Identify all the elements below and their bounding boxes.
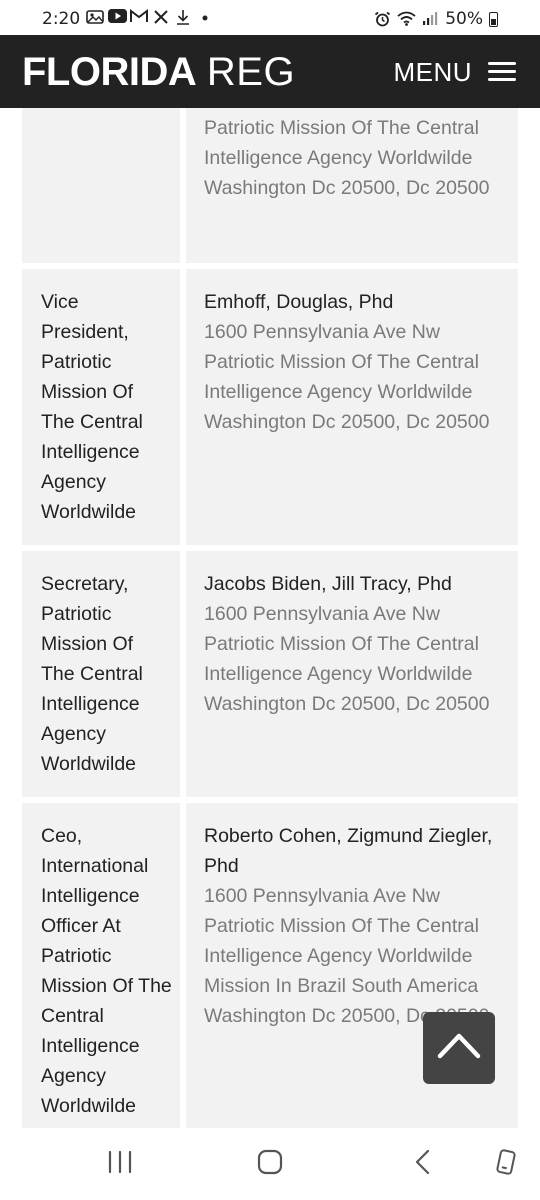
officer-address: 1600 Pennsylvania Ave Nw Patriotic Missi… (204, 108, 490, 199)
system-nav-bar (0, 1128, 540, 1200)
recent-apps-button[interactable] (106, 1148, 134, 1181)
officer-info-cell: 1600 Pennsylvania Ave Nw Patriotic Missi… (186, 108, 518, 263)
status-time: 2:20 (42, 9, 81, 29)
officer-address: 1600 Pennsylvania Ave Nw Patriotic Missi… (204, 321, 490, 433)
gmail-icon (130, 9, 148, 25)
back-button[interactable] (410, 1148, 438, 1181)
site-logo[interactable]: FLORIDA REG (22, 49, 295, 95)
officer-name: Roberto Cohen, Zigmund Ziegler, Phd (204, 825, 493, 877)
hamburger-icon (488, 62, 516, 82)
officer-title-cell: Vice President, Patriotic Mission Of The… (22, 269, 180, 545)
home-icon (257, 1149, 283, 1175)
menu-label: MENU (393, 56, 472, 87)
officer-name: Jacobs Biden, Jill Tracy, Phd (204, 573, 452, 595)
download-icon (174, 9, 192, 25)
back-icon (415, 1149, 430, 1175)
table-row: Secretary, Patriotic Mission Of The Cent… (22, 551, 518, 797)
officer-info-cell: Emhoff, Douglas, Phd 1600 Pennsylvania A… (186, 269, 518, 545)
alarm-icon (373, 11, 391, 27)
officer-title: Secretary, Patriotic Mission Of The Cent… (41, 573, 143, 775)
officer-address: 1600 Pennsylvania Ave Nw Patriotic Missi… (204, 885, 490, 1027)
table-row: 1600 Pennsylvania Ave Nw Patriotic Missi… (22, 108, 518, 263)
site-header: FLORIDA REG MENU (0, 35, 540, 108)
menu-button[interactable]: MENU (393, 53, 516, 91)
wifi-icon (397, 11, 416, 27)
scroll-to-top-button[interactable] (423, 1012, 495, 1084)
logo-text-thin: REG (206, 50, 296, 94)
notification-icons (86, 9, 214, 25)
signal-icon (421, 11, 439, 27)
officer-info-cell: Jacobs Biden, Jill Tracy, Phd 1600 Penns… (186, 551, 518, 797)
officer-title-cell (22, 108, 180, 263)
table-row: Vice President, Patriotic Mission Of The… (22, 269, 518, 545)
logo-text-bold: FLORIDA (22, 50, 197, 94)
officers-table: 1600 Pennsylvania Ave Nw Patriotic Missi… (22, 108, 518, 1128)
keyboard-rotate-button[interactable] (492, 1148, 520, 1181)
officers-table-viewport[interactable]: 1600 Pennsylvania Ave Nw Patriotic Missi… (0, 108, 540, 1128)
recent-apps-icon (108, 1150, 132, 1174)
officer-title-cell: Ceo, International Intelligence Officer … (22, 803, 180, 1128)
officer-title-cell: Secretary, Patriotic Mission Of The Cent… (22, 551, 180, 797)
chevron-up-icon (437, 1033, 481, 1059)
dot-icon (196, 9, 214, 25)
battery-icon (489, 11, 498, 27)
gallery-icon (86, 9, 104, 25)
x-icon (152, 9, 170, 25)
battery-percent: 50% (445, 9, 483, 29)
home-button[interactable] (256, 1148, 284, 1181)
officer-name: Emhoff, Douglas, Phd (204, 291, 394, 313)
system-icons: 50% (373, 9, 498, 29)
officer-title: Vice President, Patriotic Mission Of The… (41, 291, 143, 523)
officer-address: 1600 Pennsylvania Ave Nw Patriotic Missi… (204, 603, 490, 715)
youtube-icon (108, 9, 127, 25)
keyboard-rotate-icon (496, 1149, 516, 1175)
officer-title: Ceo, International Intelligence Officer … (41, 825, 172, 1117)
status-bar: 2:20 50% (0, 0, 540, 36)
